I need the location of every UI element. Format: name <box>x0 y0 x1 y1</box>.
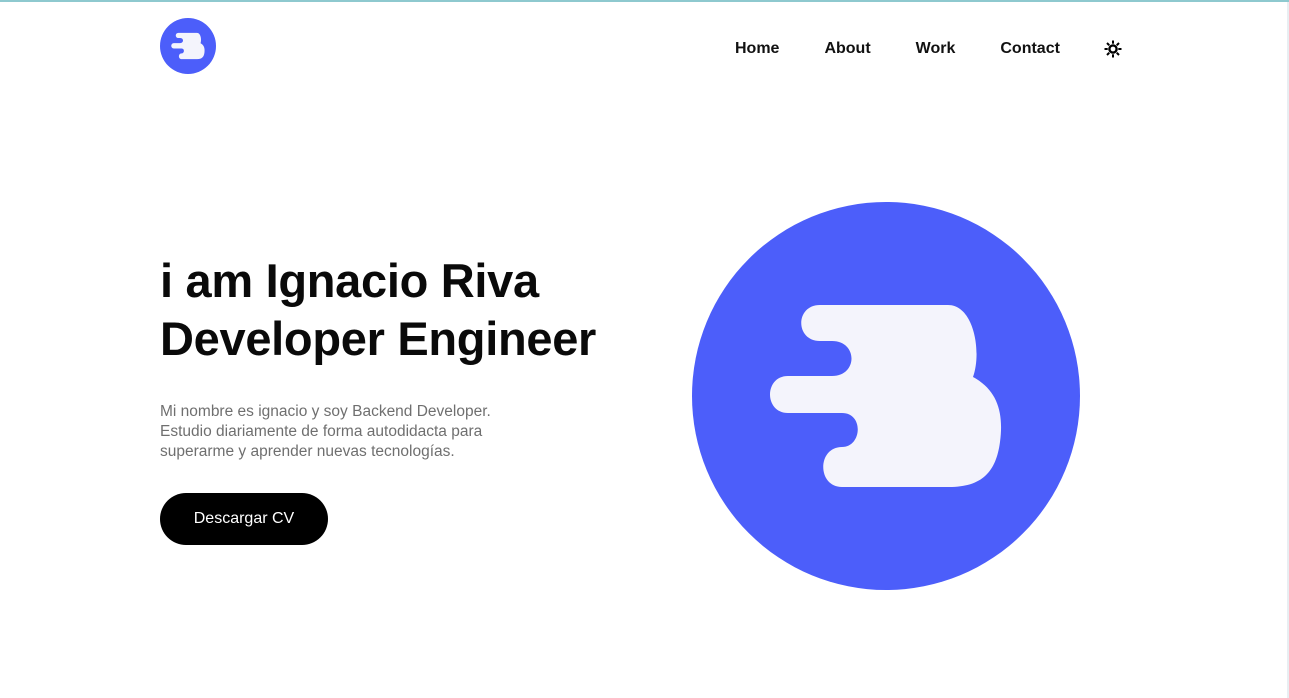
brand-logo-link[interactable] <box>160 18 216 74</box>
hero-description: Mi nombre es ignacio y soy Backend Devel… <box>160 402 560 462</box>
hero-description-line-3: superarme y aprender nuevas tecnologías. <box>160 443 455 460</box>
nav-home-link[interactable]: Home <box>735 38 779 60</box>
hero-title-line-1: i am Ignacio Riva <box>160 254 539 307</box>
hero-title: i am Ignacio Riva Developer Engineer <box>160 252 596 368</box>
nav-work-link[interactable]: Work <box>916 38 956 60</box>
brand-b-logo-large-icon <box>692 202 1080 590</box>
theme-toggle-button[interactable] <box>1104 40 1122 58</box>
hero-description-line-1: Mi nombre es ignacio y soy Backend Devel… <box>160 403 491 420</box>
portfolio-page: Home About Work Contact i am Ignacio Riv… <box>0 0 1289 698</box>
nav-about-link[interactable]: About <box>824 38 870 60</box>
hero-image <box>692 202 1080 590</box>
hero-title-line-2: Developer Engineer <box>160 312 597 365</box>
main-nav: Home About Work Contact <box>735 38 1122 60</box>
hero-description-line-2: Estudio diariamente de forma autodidacta… <box>160 423 483 440</box>
nav-contact-link[interactable]: Contact <box>1000 38 1060 60</box>
download-cv-button[interactable]: Descargar CV <box>160 493 328 545</box>
brand-b-logo-icon <box>160 18 216 74</box>
sun-icon <box>1104 40 1122 58</box>
